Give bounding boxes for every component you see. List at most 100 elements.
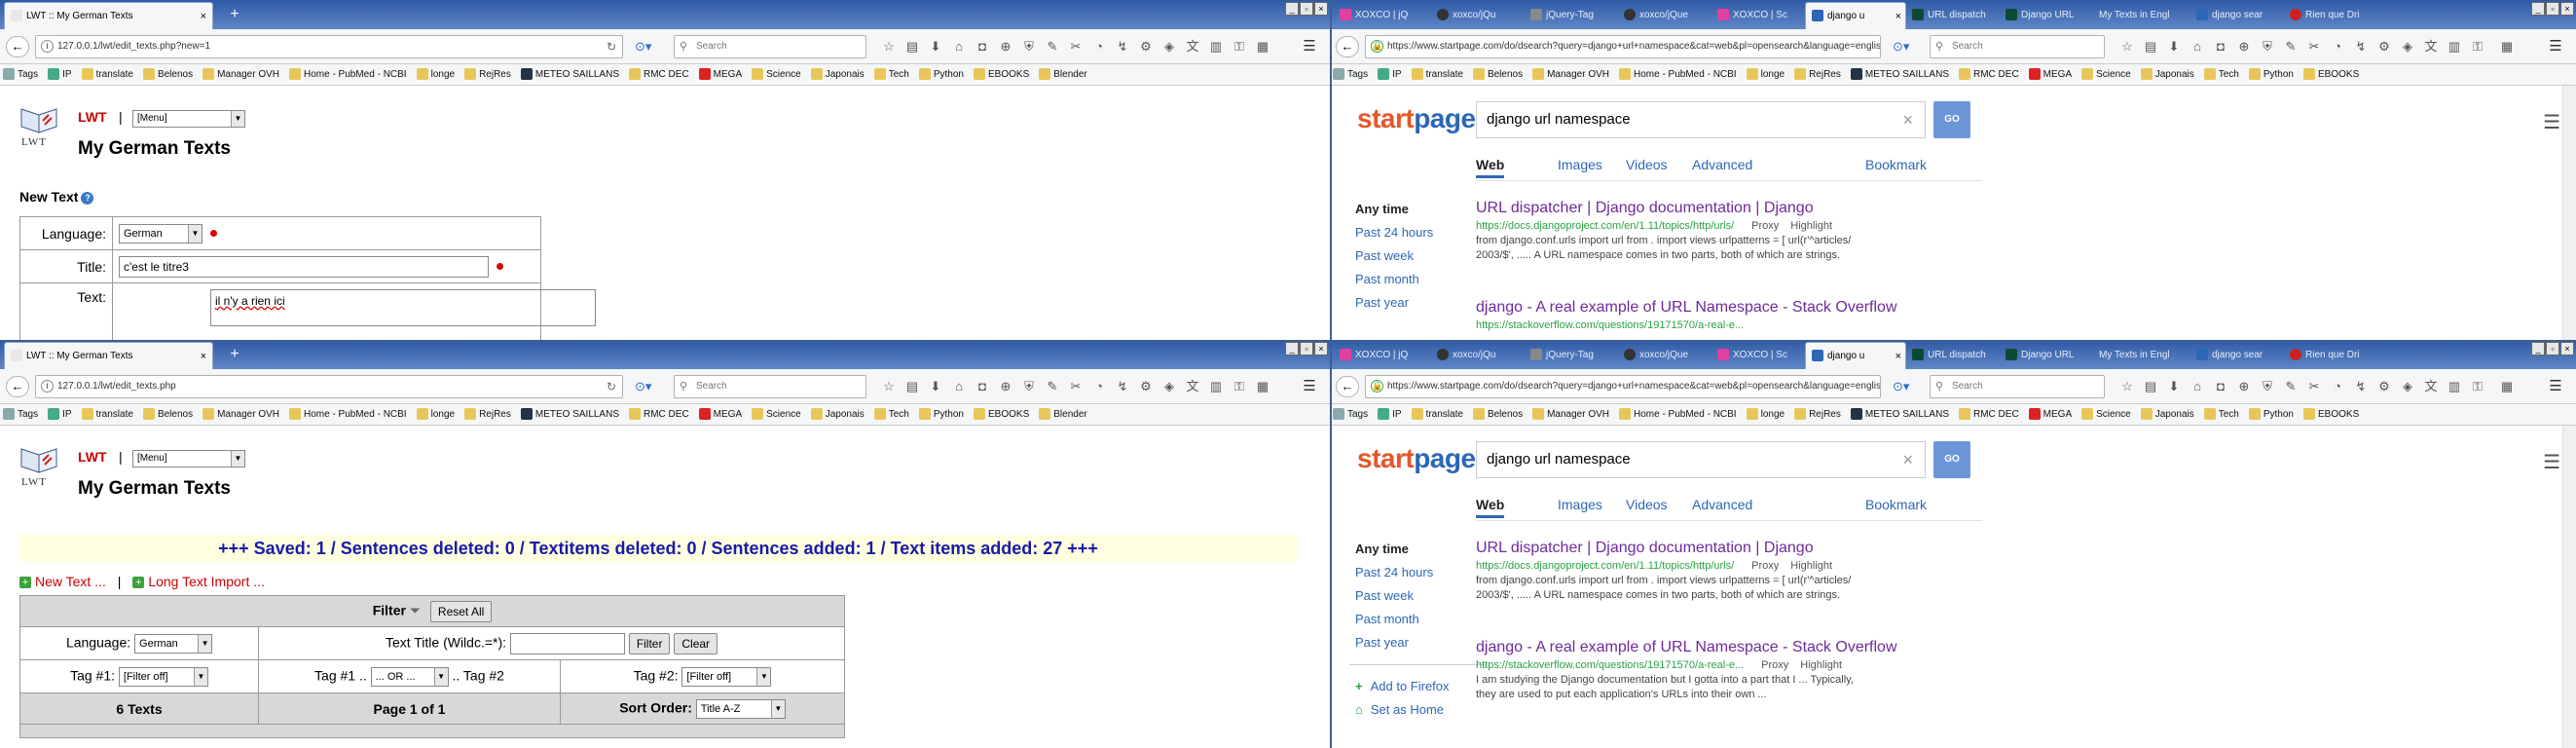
highlight-link[interactable]: Highlight xyxy=(1800,659,1842,671)
home-icon[interactable]: ⌂ xyxy=(2189,38,2206,56)
ublock-icon[interactable]: ⛨ xyxy=(1020,38,1038,56)
bookmark-star-icon[interactable]: ☆ xyxy=(2118,38,2136,56)
tag-op-select[interactable]: ... OR ... ▼ xyxy=(370,666,449,687)
tab-django-sear[interactable]: django sear xyxy=(2190,342,2284,369)
ublock-icon[interactable]: ⛨ xyxy=(1020,378,1038,395)
gear-icon[interactable]: ⚙ xyxy=(1137,378,1155,395)
hamburger-menu-icon[interactable]: ☰ xyxy=(2547,38,2564,56)
bookmark-belenos[interactable]: Belenos xyxy=(1470,404,1529,425)
tab-django-url[interactable]: Django URL xyxy=(2000,342,2093,369)
bookmark-mega[interactable]: MEGA xyxy=(696,64,749,85)
sync-icon[interactable]: ↯ xyxy=(2352,38,2370,56)
vpn-icon[interactable]: ◈ xyxy=(1160,378,1178,395)
bookmark-python[interactable]: Python xyxy=(916,64,971,85)
bookmark-tags[interactable]: Tags xyxy=(1330,64,1375,85)
key-icon[interactable]: ⚿ xyxy=(2469,378,2486,395)
gear-icon[interactable]: ⚙ xyxy=(1137,38,1155,56)
long-import-link[interactable]: Long Text Import ... xyxy=(148,574,265,589)
bookmark-science[interactable]: Science xyxy=(749,404,808,425)
layout-icon[interactable]: ▦ xyxy=(1254,378,1271,395)
minimize-button[interactable]: _ xyxy=(1285,342,1299,355)
bookmark-manager-ovh[interactable]: Manager OVH xyxy=(1529,404,1616,425)
close-tab-icon[interactable]: × xyxy=(1895,343,1901,369)
vertical-scrollbar[interactable] xyxy=(2562,426,2576,748)
tab-xoxco-1[interactable]: XOXCO | jQ xyxy=(1334,2,1431,29)
proxy-link[interactable]: Proxy xyxy=(1761,659,1788,671)
bookmark-rmc[interactable]: RMC DEC xyxy=(626,64,696,85)
text-textarea[interactable]: il n'y a rien ici xyxy=(210,289,596,326)
tab-lwt[interactable]: LWT :: My German Texts × xyxy=(4,2,213,29)
filter-past-year[interactable]: Past year xyxy=(1355,635,1409,650)
bookmark-ip[interactable]: IP xyxy=(1375,404,1408,425)
screenshot-icon[interactable]: ✂ xyxy=(2305,378,2323,395)
result-title[interactable]: django - A real example of URL Namespace… xyxy=(1476,638,1982,657)
filter-past-week[interactable]: Past week xyxy=(1355,248,1414,263)
back-arrow-icon[interactable]: ← xyxy=(6,376,29,397)
filter-any-time[interactable]: Any time xyxy=(1355,202,1409,216)
sort-select[interactable]: Title A-Z ▼ xyxy=(695,698,786,719)
bookmark-science[interactable]: Science xyxy=(2079,404,2138,425)
bookmark-star-icon[interactable]: ☆ xyxy=(2118,378,2136,395)
bookmark-rmc[interactable]: RMC DEC xyxy=(1956,404,2026,425)
bookmark-mega[interactable]: MEGA xyxy=(2026,404,2079,425)
bookmark-tech[interactable]: Tech xyxy=(871,404,916,425)
tab-web[interactable]: Web xyxy=(1476,154,1505,178)
sync-icon[interactable]: ↯ xyxy=(2352,378,2370,395)
bookmark-tags[interactable]: Tags xyxy=(1330,404,1375,425)
go-button[interactable]: GO xyxy=(1933,101,1970,138)
lock-icon[interactable]: 🔒 xyxy=(1371,40,1383,53)
bookmark-translate[interactable]: translate xyxy=(79,404,140,425)
info-icon[interactable]: i xyxy=(41,380,54,393)
bookmark-belenos[interactable]: Belenos xyxy=(140,404,200,425)
search-bar[interactable]: ⚲ Search xyxy=(1930,35,2105,58)
bookmark-meteo[interactable]: METEO SAILLANS xyxy=(518,64,626,85)
lwt-link[interactable]: LWT xyxy=(78,109,107,125)
result-title[interactable]: URL dispatcher | Django documentation | … xyxy=(1476,539,1982,558)
translate-icon[interactable]: 文 xyxy=(2422,378,2440,395)
filter-past-month[interactable]: Past month xyxy=(1355,272,1419,286)
sync-icon[interactable]: ↯ xyxy=(1114,378,1131,395)
download-icon[interactable]: ⬇ xyxy=(2165,38,2183,56)
library-icon[interactable]: ▥ xyxy=(2446,38,2463,56)
tab-rien-que-dri[interactable]: Rien que Dri xyxy=(2284,2,2381,29)
gear-icon[interactable]: ⚙ xyxy=(2375,38,2393,56)
sync-icon[interactable]: ↯ xyxy=(1114,38,1131,56)
lock-icon[interactable]: 🔒 xyxy=(1371,380,1383,393)
search-input[interactable]: django url namespace × xyxy=(1476,101,1926,138)
close-tab-icon[interactable]: × xyxy=(201,343,206,369)
bookmark-longe[interactable]: longe xyxy=(1744,404,1791,425)
hamburger-menu-icon[interactable]: ☰ xyxy=(1301,378,1318,395)
restore-button[interactable]: ▫ xyxy=(2546,342,2559,355)
tab-my-texts[interactable]: My Texts in Engl xyxy=(2093,342,2190,369)
pocket-icon[interactable]: ◘ xyxy=(2212,38,2229,56)
tab-url-dispatch[interactable]: URL dispatch xyxy=(1906,2,2000,29)
addon-icon[interactable]: ⊕ xyxy=(997,378,1014,395)
download-icon[interactable]: ⬇ xyxy=(927,378,944,395)
tab-videos[interactable]: Videos xyxy=(1626,494,1668,515)
bookmark-blender[interactable]: Blender xyxy=(1036,64,1093,85)
bookmark-manager-ovh[interactable]: Manager OVH xyxy=(200,404,286,425)
proxy-link[interactable]: Proxy xyxy=(1751,220,1779,232)
bookmark-japonais[interactable]: Japonais xyxy=(2138,404,2201,425)
minimize-button[interactable]: _ xyxy=(2531,2,2545,16)
tag2-select[interactable]: [Filter off] ▼ xyxy=(681,666,772,687)
vpn-icon[interactable]: ◈ xyxy=(1160,38,1178,56)
bookmark-translate[interactable]: translate xyxy=(79,64,140,85)
filter-past-24h[interactable]: Past 24 hours xyxy=(1355,225,1433,240)
startpage-logo[interactable]: startpage xyxy=(1357,103,1476,134)
clear-button[interactable]: Clear xyxy=(674,632,718,654)
filter-any-time[interactable]: Any time xyxy=(1355,542,1409,556)
close-tab-icon[interactable]: × xyxy=(1895,3,1901,29)
addon-icon[interactable]: ⊕ xyxy=(997,38,1014,56)
bookmark-japonais[interactable]: Japonais xyxy=(808,404,871,425)
download-icon[interactable]: ⬇ xyxy=(927,38,944,56)
url-bar[interactable]: i 127.0.0.1/lwt/edit_texts.php ↻ xyxy=(35,375,623,398)
result-title[interactable]: URL dispatcher | Django documentation | … xyxy=(1476,199,1982,218)
go-button[interactable]: GO xyxy=(1933,441,1970,478)
search-bar[interactable]: ⚲ Search xyxy=(674,35,866,58)
bookmark-mega[interactable]: MEGA xyxy=(696,404,749,425)
reading-list-icon[interactable]: ▤ xyxy=(2142,378,2159,395)
bookmark-pubmed[interactable]: Home - PubMed - NCBI xyxy=(286,64,414,85)
title-filter-input[interactable] xyxy=(509,632,625,654)
help-icon[interactable]: ? xyxy=(81,191,94,205)
